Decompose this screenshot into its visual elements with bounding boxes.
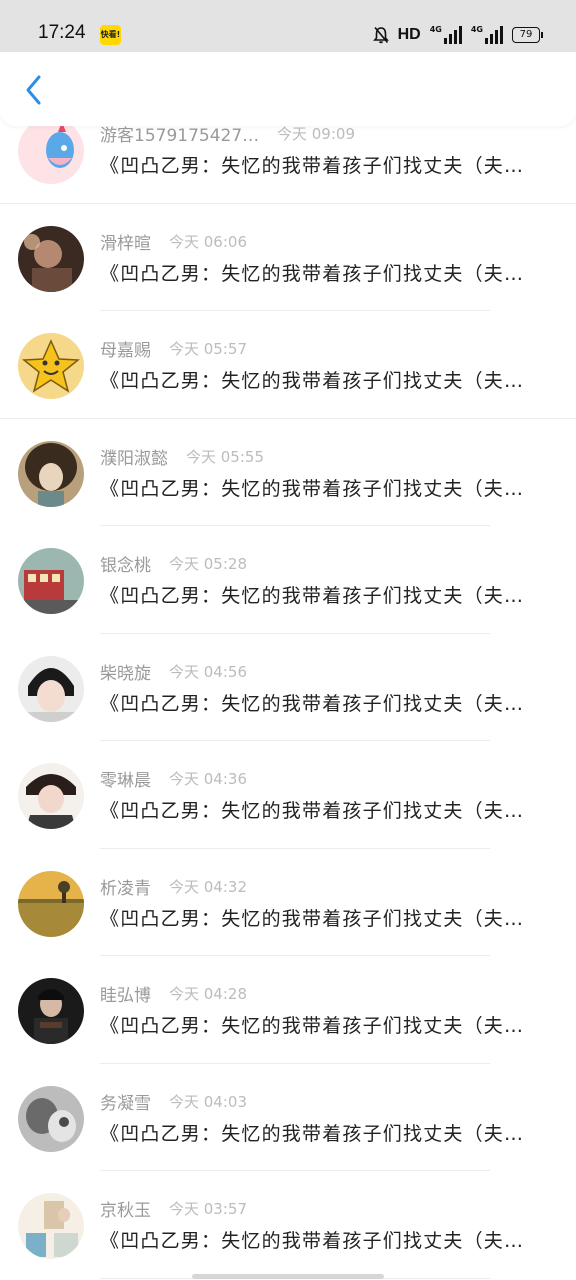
comment-time: 今天 04:36	[169, 770, 247, 788]
avatar[interactable]	[18, 870, 84, 937]
comment-author-name[interactable]: 务凝雪	[100, 1089, 151, 1114]
comment-message: 《凹凸乙男：失忆的我带着孩子们找丈夫（夫…	[100, 1015, 525, 1037]
comment-author-name[interactable]: 眭弘博	[100, 981, 151, 1006]
comment-item[interactable]: 母嘉赐 今天 05:57 《凹凸乙男：失忆的我带着孩子们找丈夫（夫…	[0, 311, 576, 419]
comment-message: 《凹凸乙男：失忆的我带着孩子们找丈夫（夫…	[100, 907, 525, 930]
chevron-left-icon	[26, 75, 41, 105]
comment-time: 今天 04:28	[169, 985, 247, 1003]
comment-item[interactable]: 银念桃 今天 05:28 《凹凸乙男：失忆的我带着孩子们找丈夫（夫…	[0, 526, 576, 634]
signal-1-label: 4G	[429, 25, 442, 34]
comment-item[interactable]: 濮阳淑懿 今天 05:55 《凹凸乙男：失忆的我带着孩子们找丈夫（夫…	[0, 419, 576, 526]
comment-message: 《凹凸乙男：失忆的我带着孩子们找丈夫（夫…	[100, 1122, 525, 1145]
comment-item[interactable]: 京秋玉 今天 03:57 《凹凸乙男：失忆的我带着孩子们找丈夫（夫…	[0, 1171, 576, 1279]
comment-message: 《凹凸乙男：失忆的我带着孩子们找丈夫（夫…	[100, 477, 525, 500]
comment-item[interactable]: 柴晓旋 今天 04:56 《凹凸乙男：失忆的我带着孩子们找丈夫（夫…	[0, 634, 576, 741]
bell-muted-icon	[372, 26, 389, 44]
comment-time: 今天 09:09	[277, 125, 355, 143]
comment-message: 《凹凸乙男：失忆的我带着孩子们找丈夫（夫…	[100, 370, 525, 392]
comment-time: 今天 04:03	[169, 1092, 247, 1111]
comment-item[interactable]: 析凌青 今天 04:32 《凹凸乙男：失忆的我带着孩子们找丈夫（夫…	[0, 849, 576, 956]
comment-item[interactable]: 眭弘博 今天 04:28 《凹凸乙男：失忆的我带着孩子们找丈夫（夫…	[0, 956, 576, 1064]
avatar[interactable]	[18, 978, 84, 1044]
comment-time: 今天 06:06	[169, 232, 247, 251]
comment-time: 今天 05:28	[169, 555, 247, 573]
comment-item[interactable]: 零琳晨 今天 04:36 《凹凸乙男：失忆的我带着孩子们找丈夫（夫…	[0, 741, 576, 849]
status-icons: HD 4G 4G 79	[372, 24, 543, 46]
comment-author-name[interactable]: 零琳晨	[100, 766, 151, 791]
back-button[interactable]	[14, 70, 54, 110]
comment-message: 《凹凸乙男：失忆的我带着孩子们找丈夫（夫…	[100, 1230, 525, 1252]
comment-author-name[interactable]: 濮阳淑懿	[100, 444, 168, 469]
comment-time: 今天 04:56	[169, 662, 247, 681]
avatar[interactable]	[18, 1193, 84, 1259]
comment-message: 《凹凸乙男：失忆的我带着孩子们找丈夫（夫…	[100, 155, 525, 177]
app-notification-icon: 快看!	[100, 25, 121, 45]
comment-time: 今天 03:57	[169, 1200, 247, 1218]
avatar[interactable]	[18, 548, 84, 614]
comment-author-name[interactable]: 京秋玉	[100, 1196, 151, 1221]
comment-item[interactable]: 滑梓暄 今天 06:06 《凹凸乙男：失忆的我带着孩子们找丈夫（夫…	[0, 204, 576, 311]
comment-author-name[interactable]: 银念桃	[100, 551, 151, 576]
comment-author-name[interactable]: 柴晓旋	[100, 659, 151, 684]
comment-author-name[interactable]: 析凌青	[100, 874, 151, 899]
avatar[interactable]	[18, 763, 84, 829]
nav-bar	[0, 52, 576, 126]
avatar[interactable]	[18, 655, 84, 722]
comment-author-name[interactable]: 母嘉赐	[100, 336, 151, 361]
signal-1-icon: 4G	[430, 26, 462, 44]
comment-message: 《凹凸乙男：失忆的我带着孩子们找丈夫（夫…	[100, 800, 525, 822]
comment-message: 《凹凸乙男：失忆的我带着孩子们找丈夫（夫…	[100, 262, 525, 285]
signal-2-label: 4G	[470, 25, 483, 34]
signal-2-icon: 4G	[471, 26, 503, 44]
hd-indicator: HD	[397, 26, 421, 43]
comment-author-name[interactable]: 滑梓暄	[100, 229, 151, 254]
avatar[interactable]	[18, 118, 84, 184]
status-bar: 17:24 快看! HD 4G 4G 79	[0, 0, 576, 52]
avatar[interactable]	[18, 1085, 84, 1152]
home-indicator[interactable]	[192, 1274, 384, 1279]
comment-item[interactable]: 务凝雪 今天 04:03 《凹凸乙男：失忆的我带着孩子们找丈夫（夫…	[0, 1064, 576, 1171]
status-time: 17:24	[38, 22, 86, 43]
comment-time: 今天 05:55	[186, 447, 264, 466]
comment-time: 今天 05:57	[169, 340, 247, 358]
comment-message: 《凹凸乙男：失忆的我带着孩子们找丈夫（夫…	[100, 585, 525, 607]
avatar[interactable]	[18, 333, 84, 399]
comment-message: 《凹凸乙男：失忆的我带着孩子们找丈夫（夫…	[100, 692, 525, 715]
avatar[interactable]	[18, 225, 84, 292]
comment-time: 今天 04:32	[169, 877, 247, 896]
avatar[interactable]	[18, 440, 84, 507]
battery-icon: 79	[512, 27, 543, 43]
comment-list: 游客1579175427… 今天 09:09 《凹凸乙男：失忆的我带着孩子们找丈夫（…	[0, 96, 576, 1279]
